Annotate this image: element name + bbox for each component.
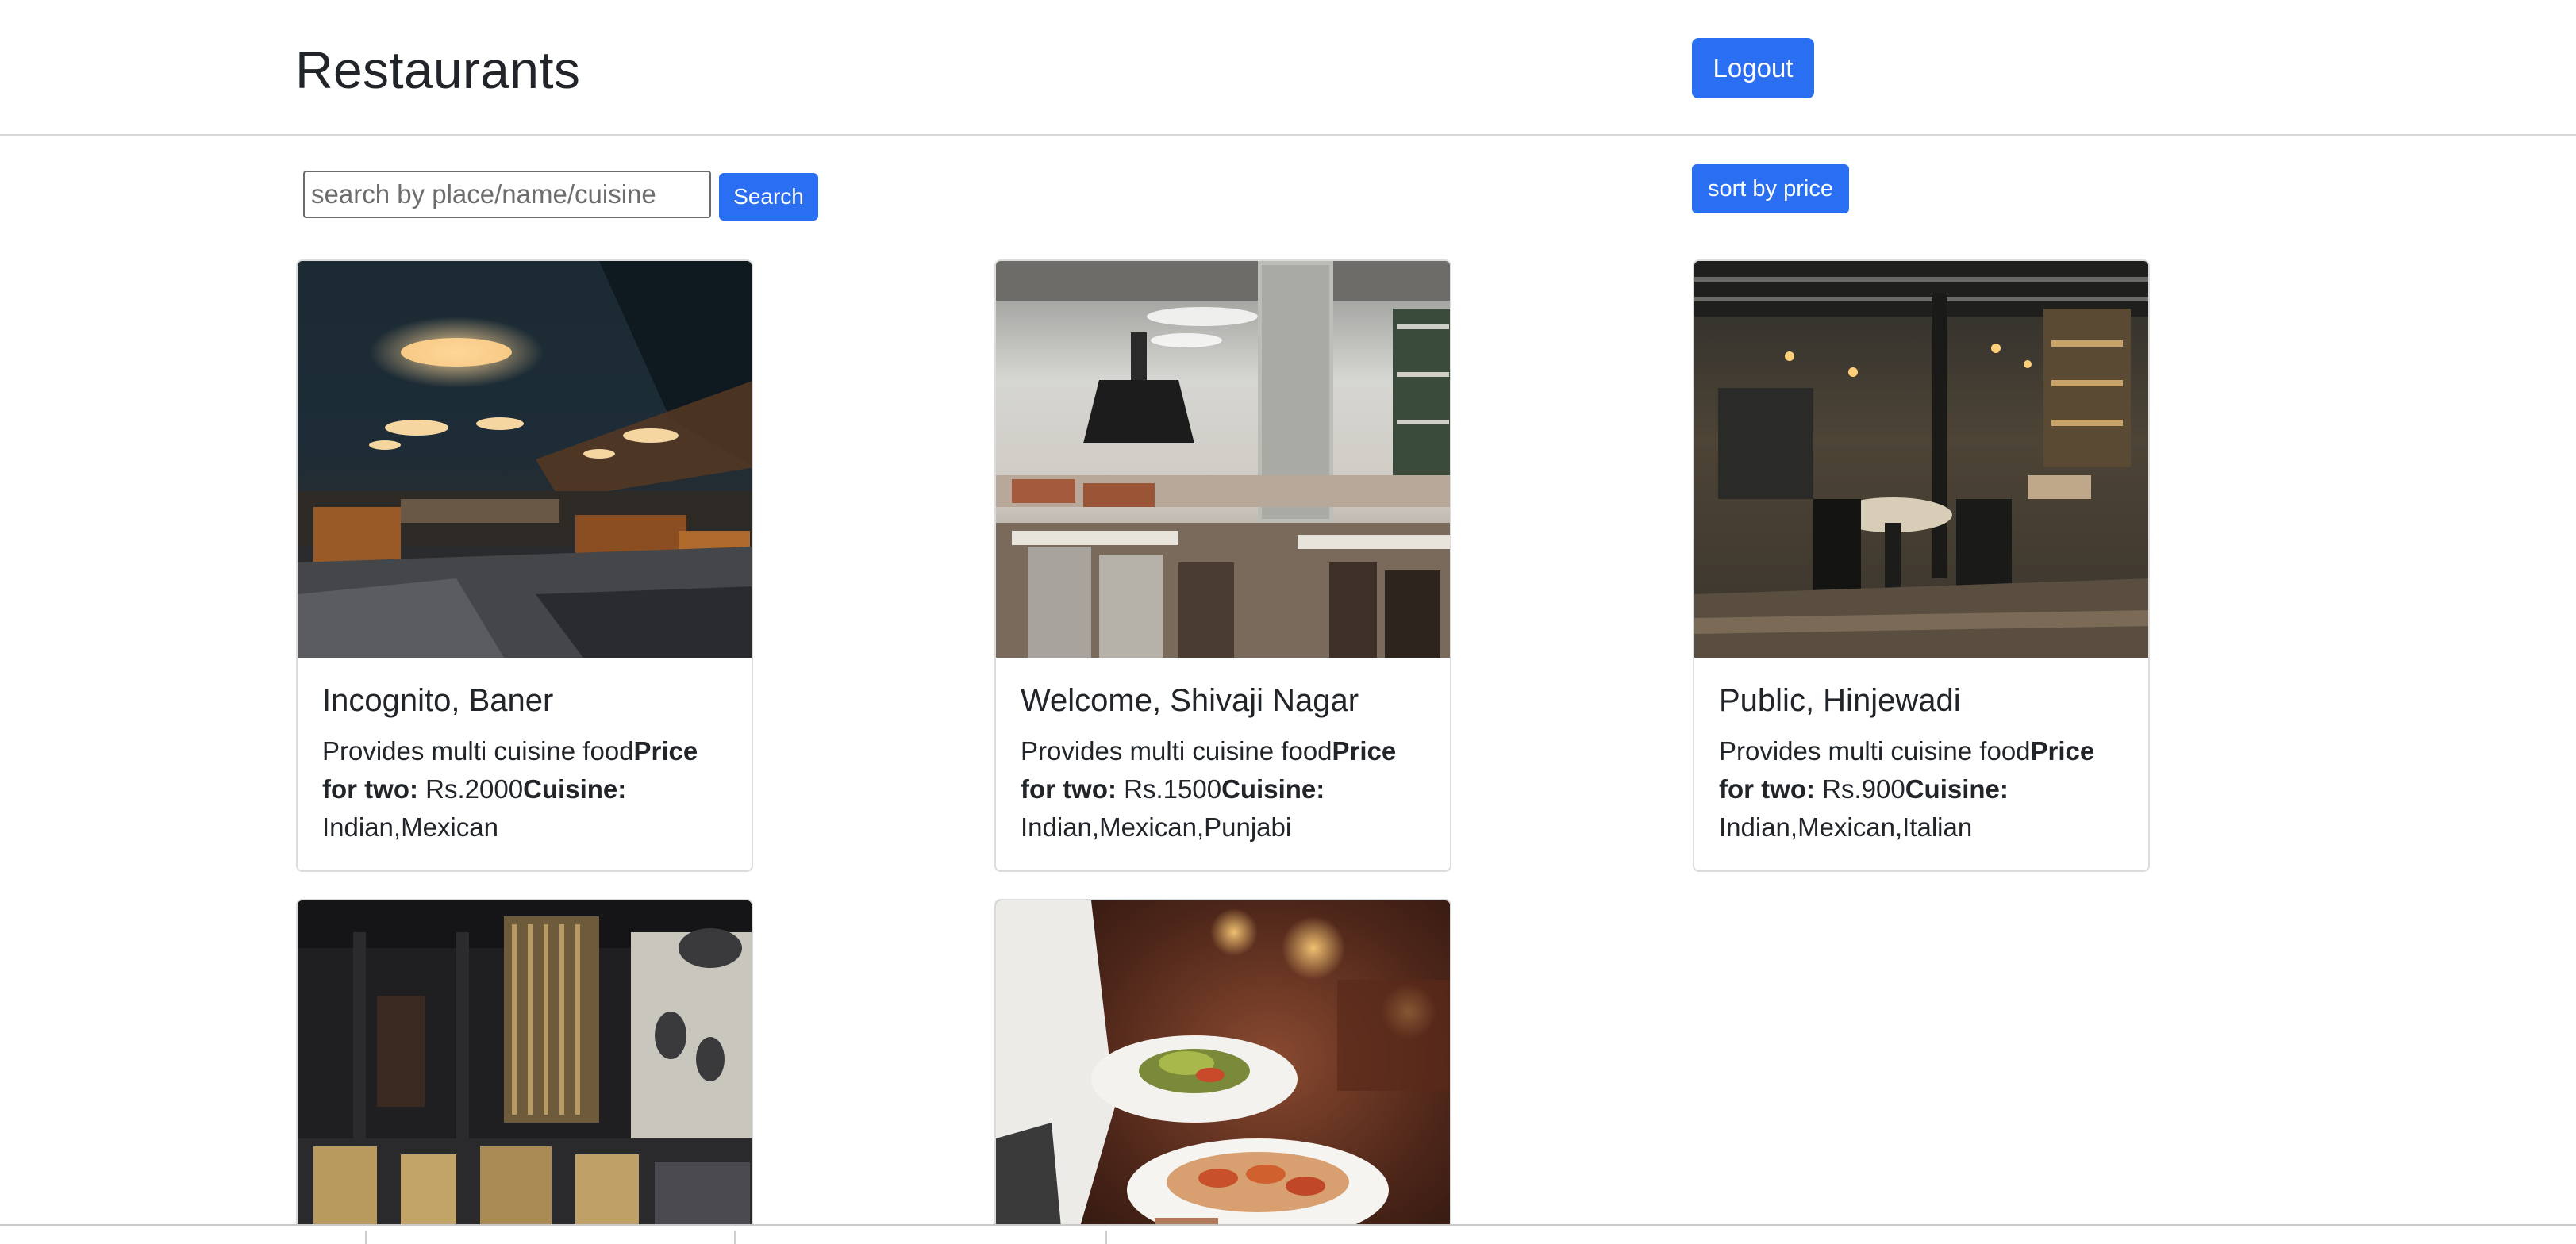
search-button[interactable]: Search	[719, 173, 818, 221]
restaurant-name: Public, Hinjewadi	[1719, 683, 1961, 718]
restaurant-card[interactable]	[296, 899, 753, 1242]
divider	[365, 1231, 367, 1244]
restaurant-description: Provides multi cuisine food	[1719, 736, 2031, 766]
price-value: Rs.900	[1814, 774, 1905, 804]
header: Restaurants Logout	[0, 0, 2576, 136]
restaurant-details: Provides multi cuisine foodPrice for two…	[322, 732, 728, 847]
page-title: Restaurants	[295, 40, 581, 99]
restaurant-description: Provides multi cuisine food	[322, 736, 634, 766]
price-value: Rs.1500	[1116, 774, 1222, 804]
card-body: Welcome, Shivaji Nagar Provides multi cu…	[996, 658, 1450, 870]
restaurant-image	[1694, 261, 2148, 658]
cuisine-value: Indian,Mexican	[322, 812, 498, 842]
restaurant-description: Provides multi cuisine food	[1021, 736, 1332, 766]
restaurant-image	[996, 261, 1450, 658]
divider	[734, 1231, 736, 1244]
price-value: Rs.2000	[417, 774, 524, 804]
restaurant-details: Provides multi cuisine foodPrice for two…	[1719, 732, 2124, 847]
restaurant-details: Provides multi cuisine foodPrice for two…	[1021, 732, 1426, 847]
restaurant-card[interactable]: Public, Hinjewadi Provides multi cuisine…	[1693, 259, 2150, 872]
restaurant-name: Welcome, Shivaji Nagar	[1021, 683, 1359, 718]
restaurant-card[interactable]: Incognito, Baner Provides multi cuisine …	[296, 259, 753, 872]
restaurant-name: Incognito, Baner	[322, 683, 554, 718]
cuisine-value: Indian,Mexican,Punjabi	[1021, 812, 1292, 842]
cuisine-label: Cuisine:	[523, 774, 627, 804]
restaurant-card[interactable]	[994, 899, 1451, 1242]
card-body: Public, Hinjewadi Provides multi cuisine…	[1694, 658, 2148, 870]
search-input[interactable]	[303, 171, 711, 218]
divider	[1105, 1231, 1107, 1244]
restaurant-card[interactable]: Welcome, Shivaji Nagar Provides multi cu…	[994, 259, 1451, 872]
restaurant-image	[298, 900, 752, 1241]
restaurant-image	[996, 900, 1450, 1241]
bottom-edge	[0, 1224, 2576, 1244]
cuisine-label: Cuisine:	[1905, 774, 2009, 804]
cuisine-value: Indian,Mexican,Italian	[1719, 812, 1973, 842]
cuisine-label: Cuisine:	[1221, 774, 1325, 804]
restaurant-image	[298, 261, 752, 658]
sort-by-price-button[interactable]: sort by price	[1692, 164, 1849, 213]
logout-button[interactable]: Logout	[1692, 38, 1814, 98]
card-body: Incognito, Baner Provides multi cuisine …	[298, 658, 752, 870]
